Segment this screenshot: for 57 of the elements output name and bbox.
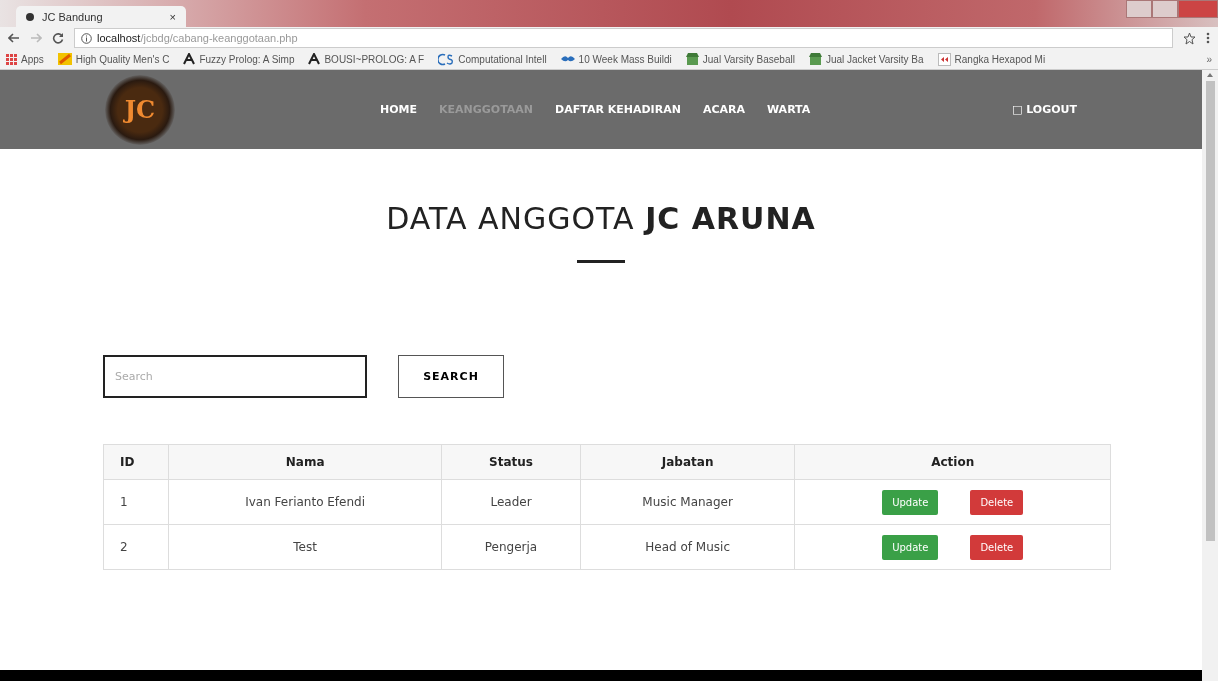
nav-link[interactable]: DAFTAR KEHADIRAN <box>555 103 681 116</box>
logout-link[interactable]: □ LOGOUT <box>1012 103 1077 116</box>
column-header: Status <box>441 444 581 480</box>
back-icon[interactable] <box>8 33 20 43</box>
logo[interactable]: JC <box>105 74 175 145</box>
table-cell: 2 <box>103 524 169 570</box>
address-field[interactable]: localhost/jcbdg/cabang-keanggotaan.php <box>74 28 1173 48</box>
shop-icon <box>808 52 822 66</box>
column-header: Jabatan <box>580 444 795 480</box>
nav-link[interactable]: WARTA <box>767 103 811 116</box>
nav-link[interactable]: ACARA <box>702 103 745 116</box>
maximize-button[interactable] <box>1152 0 1178 18</box>
column-header: Nama <box>168 444 442 480</box>
scroll-up-icon[interactable] <box>1207 73 1213 77</box>
search-button[interactable]: SEARCH <box>398 355 504 398</box>
scrollbar[interactable] <box>1202 70 1218 681</box>
bookmark[interactable]: Fuzzy Prolog: A Simp <box>183 53 295 65</box>
bookmark[interactable]: High Quality Men's C <box>57 53 170 65</box>
close-icon[interactable]: × <box>169 10 176 23</box>
search-field[interactable]: Search <box>103 355 367 398</box>
delete-button[interactable]: Delete <box>970 489 1024 515</box>
page-icon <box>937 52 951 66</box>
star-icon[interactable] <box>1183 31 1196 45</box>
shop-icon <box>685 52 699 66</box>
apps-grid-icon <box>6 53 17 65</box>
bookmark[interactable]: Apps <box>6 53 44 65</box>
bookmark[interactable]: Jual Jacket Varsity Ba <box>808 52 924 66</box>
table-cell: Head of Music <box>580 524 795 570</box>
bookmark[interactable]: Rangka Hexapod Mi <box>937 52 1046 66</box>
tab-title: JC Bandung <box>42 10 104 23</box>
column-header: Action <box>794 444 1111 480</box>
cs-logo-icon <box>438 52 455 66</box>
bookmark[interactable]: Computational Intell <box>438 52 547 66</box>
table-cell: Pengerja <box>441 524 581 570</box>
delete-button[interactable]: Delete <box>970 534 1024 560</box>
browser-tab[interactable]: JC Bandung × <box>16 6 186 27</box>
favicon-icon <box>26 12 34 21</box>
more-bookmarks[interactable]: » <box>1206 53 1212 65</box>
table-cell: Ivan Ferianto Efendi <box>168 479 442 525</box>
table-cell: Leader <box>441 479 581 525</box>
reload-icon[interactable] <box>52 32 64 44</box>
letter-icon <box>183 53 196 65</box>
table-cell: Test <box>168 524 442 570</box>
menu-icon[interactable] <box>1206 32 1210 44</box>
bookmark[interactable]: BOUSI~PROLOG: A F <box>308 53 425 65</box>
minimize-button[interactable] <box>1126 0 1152 18</box>
bird-icon <box>560 54 575 64</box>
column-header: ID <box>103 444 169 480</box>
bookmark[interactable]: Jual Varsity Baseball <box>685 52 795 66</box>
table-cell: 1 <box>103 479 169 525</box>
info-icon <box>81 32 92 44</box>
flag-icon <box>57 53 72 65</box>
page-heading: DATA ANGGOTA JC ARUNA <box>385 201 817 236</box>
table-cell: Music Manager <box>580 479 795 525</box>
bookmark[interactable]: 10 Week Mass Buildi <box>560 53 672 65</box>
letter-icon <box>308 53 321 65</box>
nav-link[interactable]: HOME <box>380 103 418 116</box>
